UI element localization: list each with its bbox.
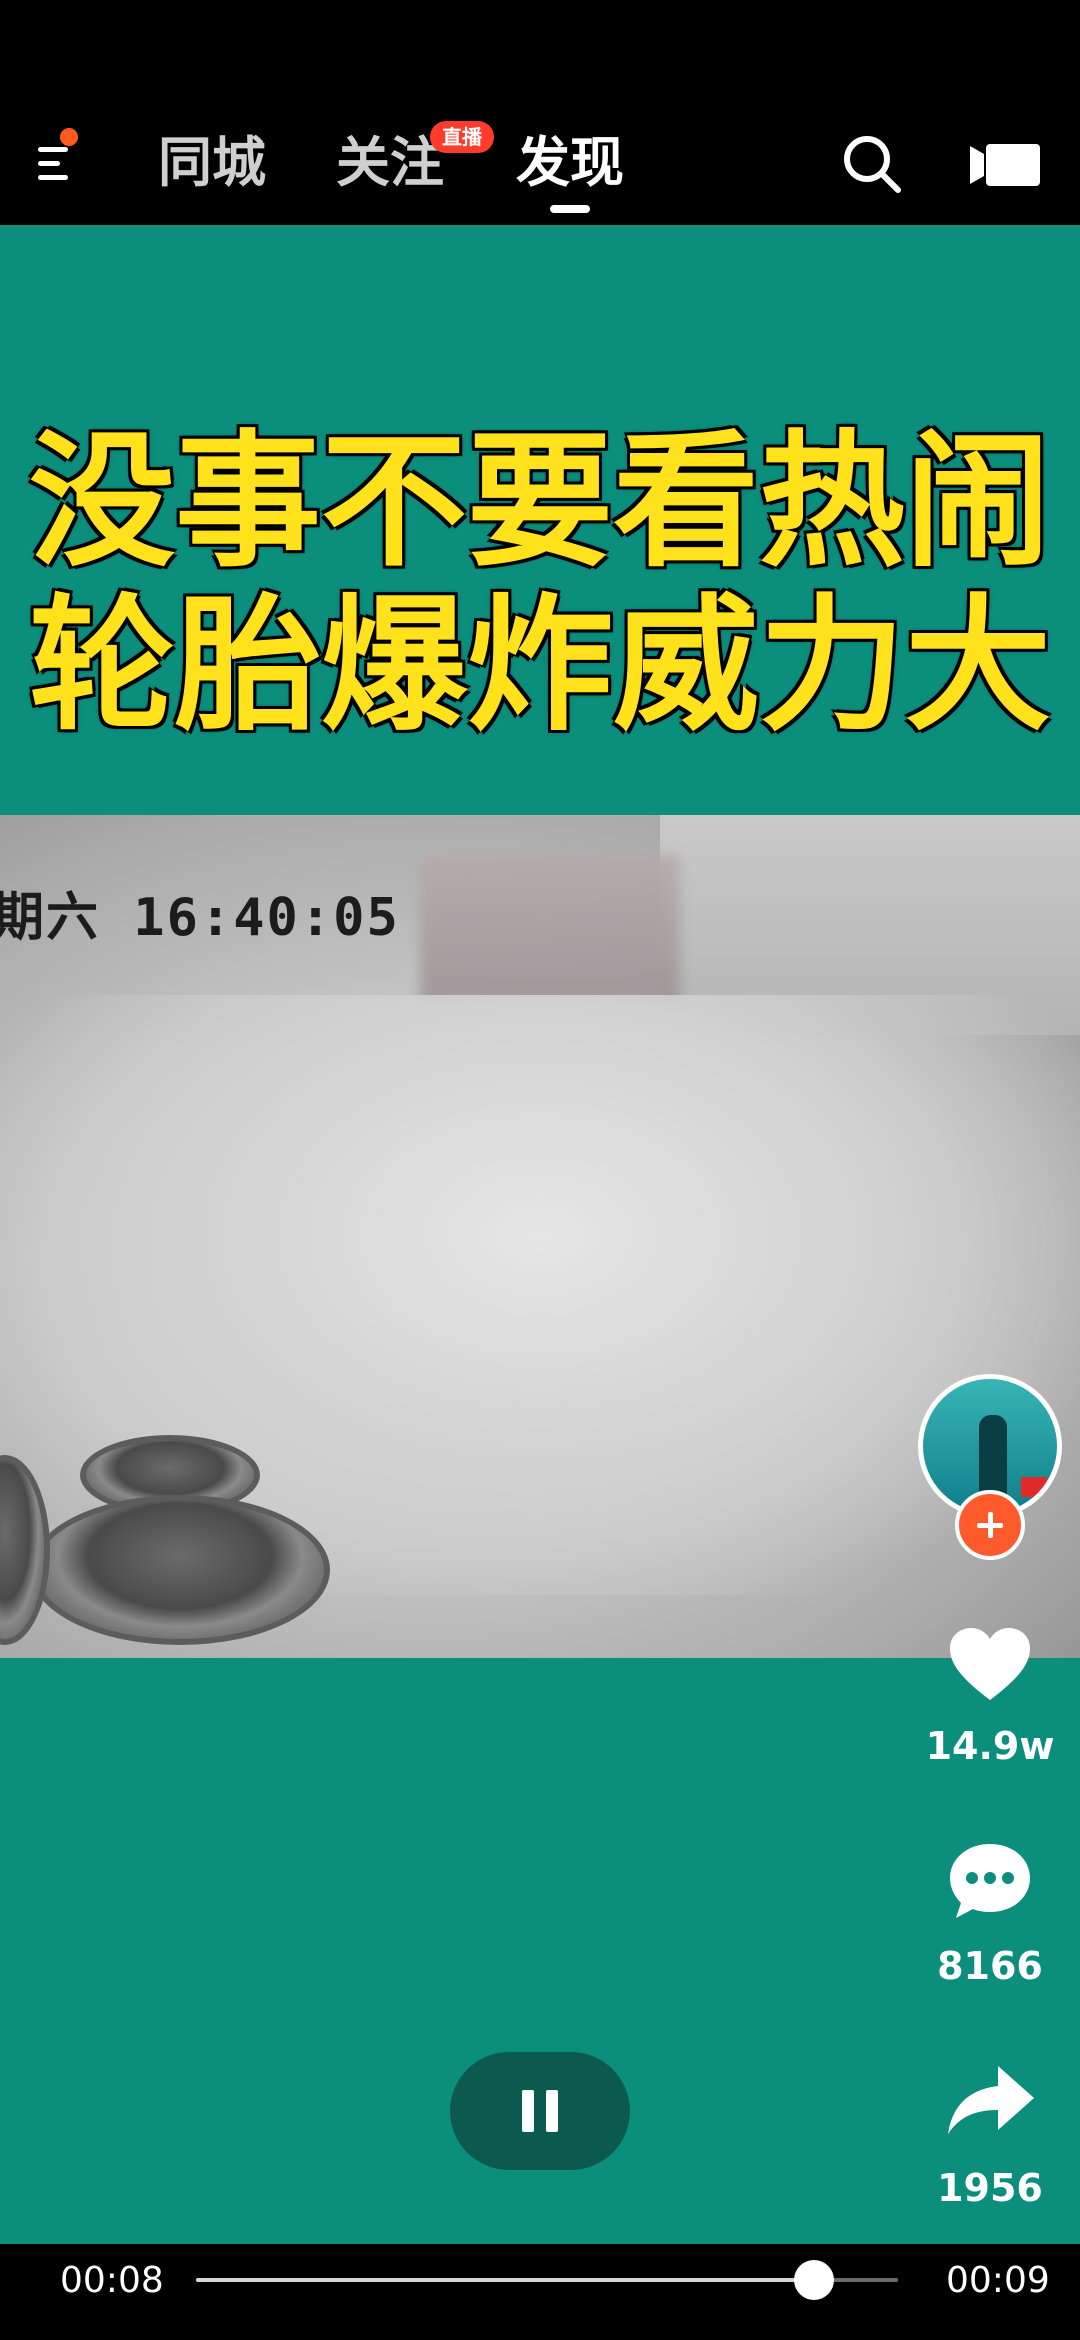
video-frame[interactable]: 期六 16:40:05 [0, 815, 1080, 1658]
pause-button[interactable] [450, 2052, 630, 2170]
elapsed-time: 00:08 [60, 2260, 164, 2301]
tab-following[interactable]: 关注 [336, 128, 444, 198]
active-tab-indicator [550, 205, 590, 213]
progress-fill [196, 2278, 814, 2282]
progress-track[interactable] [196, 2278, 898, 2282]
progress-thumb[interactable] [793, 2260, 834, 2300]
tab-nearby[interactable]: 同城 [158, 128, 266, 198]
comment-count: 8166 [937, 1944, 1043, 1988]
like-count: 14.9w [925, 1724, 1055, 1768]
cctv-timestamp: 期六 16:40:05 [0, 888, 400, 948]
camera-icon [970, 144, 1040, 186]
notification-dot [60, 128, 78, 146]
menu-button[interactable] [34, 135, 86, 191]
tab-discover[interactable]: 发现 [516, 128, 624, 198]
headline-line-2: 轮胎爆炸威力大 [29, 581, 1051, 751]
share-icon[interactable] [946, 2064, 1036, 2136]
headline-line-1: 没事不要看热闹 [29, 417, 1051, 587]
camera-button[interactable] [970, 140, 1040, 190]
duration-time: 00:09 [946, 2260, 1050, 2301]
comment-icon[interactable] [948, 1842, 1032, 1922]
background-truck [420, 855, 680, 1005]
share-count: 1956 [937, 2166, 1043, 2210]
video-headline: 没事不要看热闹 轮胎爆炸威力大 [20, 420, 1060, 748]
search-icon [844, 136, 901, 193]
wheel-rim [30, 1495, 330, 1645]
heart-icon[interactable] [948, 1626, 1032, 1702]
avatar-flag [1021, 1477, 1047, 1497]
video-feed-screen: 同城 关注 直播 发现 没事不要看热闹 轮胎爆炸威力大 期六 16:40:05 [0, 0, 1080, 2340]
follow-button[interactable] [955, 1490, 1025, 1560]
live-badge: 直播 [430, 121, 494, 153]
search-button[interactable] [840, 132, 904, 196]
